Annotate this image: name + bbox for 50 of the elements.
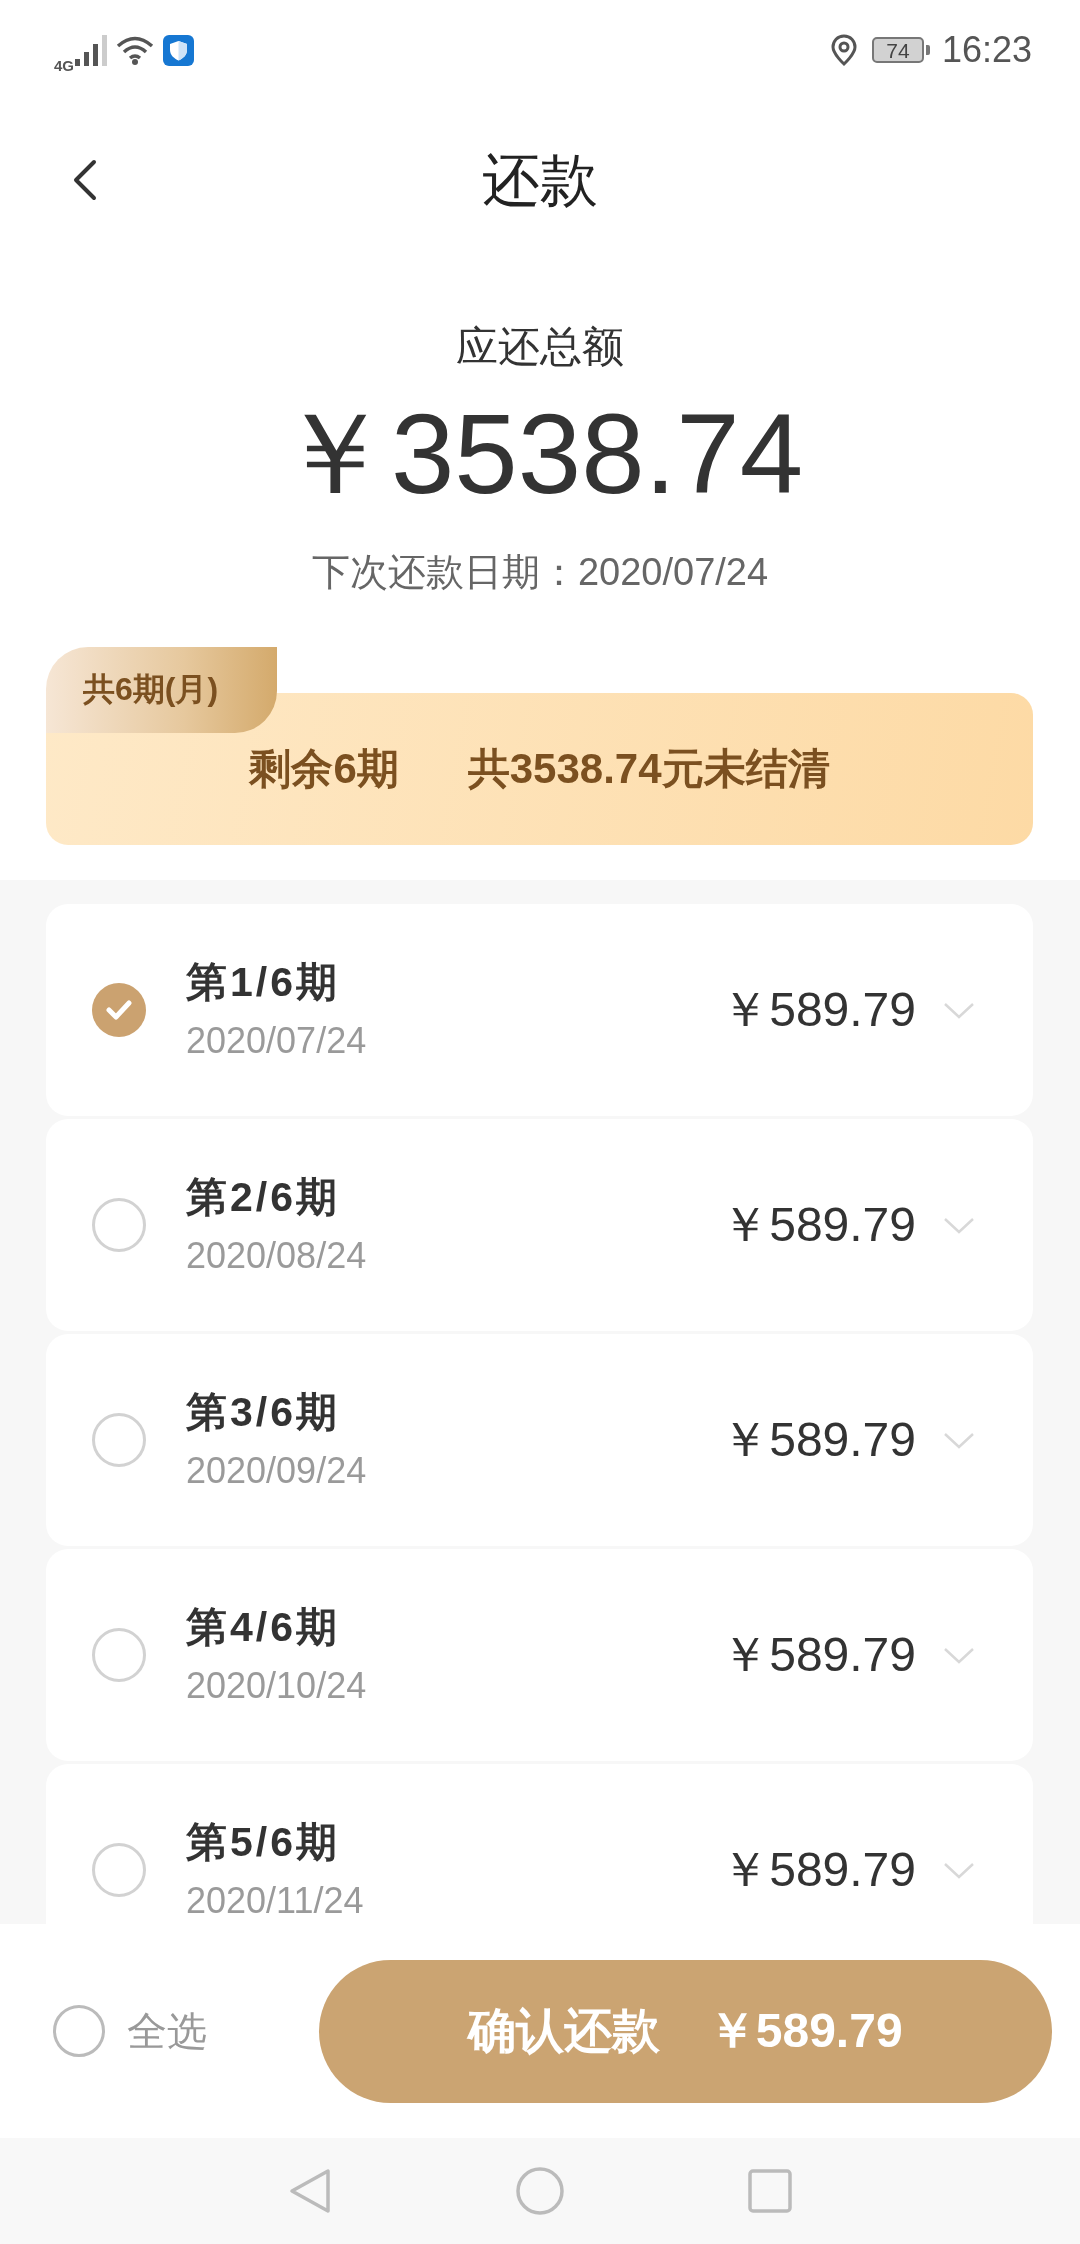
total-amount: ￥3538.74 [276,389,804,519]
installment-title: 第1/6期 [186,958,341,1007]
installment-amount: ￥589.79 [721,982,916,1038]
installment-date: 2020/08/24 [186,1234,367,1278]
page-title: 还款 [482,146,598,214]
battery-indicator: 74 [871,37,930,63]
total-label: 应还总额 [456,322,624,372]
chevron-down-icon[interactable] [943,1216,975,1234]
installment-card[interactable]: 第4/6期 2020/10/24 ￥589.79 [46,1549,1033,1761]
plan-tag: 共6期(月) [46,647,277,733]
chevron-down-icon[interactable] [943,1001,975,1019]
installment-checkbox[interactable] [92,1198,146,1252]
remaining-periods: 剩余6期 [249,744,399,794]
installment-title: 第2/6期 [186,1173,341,1222]
installment-amount: ￥589.79 [721,1627,916,1683]
network-type: 4G [54,59,74,73]
outstanding-amount: 共3538.74元未结清 [467,744,830,794]
shield-app-icon [163,34,194,66]
installment-date: 2020/10/24 [186,1664,367,1708]
check-icon [106,1000,132,1020]
signal-icon [75,34,107,66]
nav-recents-icon[interactable] [748,2169,792,2213]
chevron-down-icon[interactable] [943,1646,975,1664]
installment-title: 第3/6期 [186,1388,341,1437]
installment-date: 2020/07/24 [186,1019,367,1063]
installment-amount: ￥589.79 [721,1197,916,1253]
installment-title: 第4/6期 [186,1603,341,1652]
installment-amount: ￥589.79 [721,1842,916,1898]
nav-home-icon[interactable] [515,2166,565,2216]
select-all-radio[interactable] [53,2005,105,2057]
installment-title: 第5/6期 [186,1818,341,1867]
next-due-date: 下次还款日期：2020/07/24 [311,550,769,595]
installment-checkbox[interactable] [92,1413,146,1467]
installment-card[interactable]: 第2/6期 2020/08/24 ￥589.79 [46,1119,1033,1331]
installment-checkbox[interactable] [92,1628,146,1682]
installment-date: 2020/11/24 [186,1879,364,1923]
back-icon[interactable] [72,159,97,201]
wifi-icon [116,35,154,65]
installment-card[interactable]: 第1/6期 2020/07/24 ￥589.79 [46,904,1033,1116]
nav-back-icon[interactable] [288,2167,332,2215]
status-time: 16:23 [941,29,1032,71]
installment-card[interactable]: 第3/6期 2020/09/24 ￥589.79 [46,1334,1033,1546]
location-icon [829,34,858,66]
installment-checkbox[interactable] [92,1843,146,1897]
installment-card[interactable]: 第5/6期 2020/11/24 ￥589.79 [46,1764,1033,1924]
chevron-down-icon[interactable] [943,1431,975,1449]
installment-amount: ￥589.79 [721,1412,916,1468]
installment-date: 2020/09/24 [186,1449,367,1493]
chevron-down-icon[interactable] [943,1861,975,1879]
installment-checkbox[interactable] [92,983,146,1037]
